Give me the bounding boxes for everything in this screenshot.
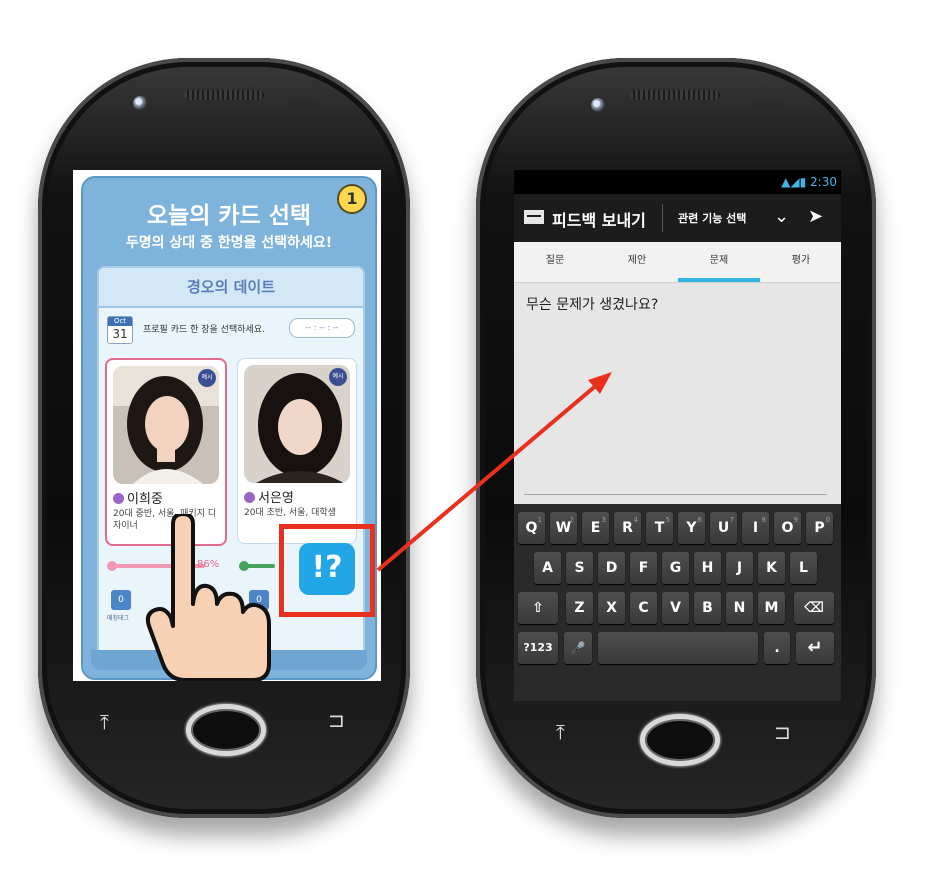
key-n[interactable]: N: [726, 592, 753, 624]
right-phone-screen: ▲◢▮ 2:30 피드백 보내기 관련 기능 선택 ⌄ ➤ 질문 제안 문제 평…: [514, 170, 841, 701]
key-y[interactable]: Y6: [678, 512, 705, 544]
feature-selector[interactable]: 관련 기능 선택: [678, 210, 746, 226]
home-button[interactable]: [640, 714, 720, 766]
match-tag-label: 매칭태그: [107, 615, 130, 622]
key-j[interactable]: J: [726, 552, 753, 584]
calendar-day: 31: [112, 327, 128, 341]
feedback-app-icon-small[interactable]: [524, 210, 544, 224]
proximity-sensor: [754, 102, 780, 110]
calendar-month: Oct: [108, 317, 132, 326]
key-t[interactable]: T5: [646, 512, 673, 544]
back-key-icon[interactable]: ⊐: [328, 708, 345, 732]
example-badge: 예시: [198, 369, 216, 387]
delete-key-icon[interactable]: ⌫: [794, 592, 834, 624]
feedback-type-tabs: 질문 제안 문제 평가: [514, 242, 841, 283]
menu-key-icon[interactable]: ⤒: [556, 720, 565, 744]
front-camera: [133, 96, 147, 110]
key-i[interactable]: I8: [742, 512, 769, 544]
mic-icon[interactable]: 🎤: [564, 632, 592, 664]
match-tag-count-1[interactable]: 0: [111, 590, 131, 610]
verified-icon: [113, 493, 124, 504]
home-button[interactable]: [186, 704, 266, 756]
profile-name-text-2: 서은영: [258, 491, 294, 506]
app-title: 오늘의 카드 선택: [146, 203, 312, 229]
key-a[interactable]: A: [534, 552, 561, 584]
profile-photo-2: 예시: [244, 365, 350, 483]
key-c[interactable]: C: [630, 592, 657, 624]
action-bar: 피드백 보내기 관련 기능 선택 ⌄ ➤: [514, 194, 841, 242]
on-screen-keyboard: Q1 W2 E3 R4 T5 Y6 U7 I8 O9 P0 A S D F G …: [514, 504, 841, 701]
key-w[interactable]: W2: [550, 512, 577, 544]
step-number-badge: 1: [337, 184, 367, 214]
key-s[interactable]: S: [566, 552, 593, 584]
action-bar-divider: [662, 204, 663, 232]
key-z[interactable]: Z: [566, 592, 593, 624]
tab-rating[interactable]: 평가: [760, 242, 841, 282]
tab-question[interactable]: 질문: [514, 242, 596, 282]
space-bar[interactable]: [598, 632, 758, 664]
back-key-icon[interactable]: ⊐: [774, 720, 791, 744]
wifi-signal-battery-icons: ▲◢▮: [781, 175, 811, 189]
key-p[interactable]: P0: [806, 512, 833, 544]
instruction-text: 프로필 카드 한 장을 선택하세요.: [143, 325, 265, 335]
key-g[interactable]: G: [662, 552, 689, 584]
profile-name-text-1: 이희중: [127, 492, 163, 507]
key-d[interactable]: D: [598, 552, 625, 584]
key-m[interactable]: M: [758, 592, 785, 624]
profile-name-1: 이희중: [113, 488, 163, 507]
key-f[interactable]: F: [630, 552, 657, 584]
key-r[interactable]: R4: [614, 512, 641, 544]
key-h[interactable]: H: [694, 552, 721, 584]
verified-icon: [244, 492, 255, 503]
countdown-timer: -- : -- : --: [289, 318, 355, 338]
tab-problem[interactable]: 문제: [678, 242, 760, 282]
status-bar: ▲◢▮ 2:30: [514, 170, 841, 194]
earpiece-speaker: [184, 90, 264, 100]
feedback-app-icon[interactable]: !?: [299, 543, 355, 595]
status-time: 2:30: [810, 175, 837, 189]
key-x[interactable]: X: [598, 592, 625, 624]
example-badge: 예시: [329, 368, 347, 386]
key-b[interactable]: B: [694, 592, 721, 624]
send-icon[interactable]: ➤: [808, 206, 823, 227]
profile-name-2: 서은영: [244, 487, 294, 506]
proximity-sensor: [288, 100, 314, 108]
key-u[interactable]: U7: [710, 512, 737, 544]
key-e[interactable]: E3: [582, 512, 609, 544]
chevron-down-icon[interactable]: ⌄: [774, 206, 789, 227]
app-subtitle: 두명의 상대 중 한명을 선택하세요!: [125, 235, 333, 251]
enter-key-icon[interactable]: ↵: [796, 632, 834, 664]
profile-photo-1: 예시: [113, 366, 219, 484]
question-label: 무슨 문제가 생겼나요?: [526, 297, 659, 313]
menu-key-icon[interactable]: ⤒: [100, 710, 109, 734]
key-l[interactable]: L: [790, 552, 817, 584]
card-header-logo: 경오의 데이트: [99, 268, 363, 308]
shift-key-icon[interactable]: ⇧: [518, 592, 558, 624]
key-k[interactable]: K: [758, 552, 785, 584]
screen-title: 피드백 보내기: [552, 211, 646, 230]
front-camera: [591, 98, 605, 112]
earpiece-speaker: [630, 90, 720, 100]
slider-knob-1[interactable]: [107, 561, 117, 571]
symbols-key[interactable]: ?123: [518, 632, 558, 664]
period-key[interactable]: .: [764, 632, 790, 664]
tab-suggestion[interactable]: 제안: [596, 242, 678, 282]
key-v[interactable]: V: [662, 592, 689, 624]
calendar-icon: Oct 31: [107, 316, 133, 344]
key-q[interactable]: Q1: [518, 512, 545, 544]
feedback-highlight-box: !?: [279, 524, 375, 617]
pointing-hand-icon: [145, 514, 271, 681]
key-o[interactable]: O9: [774, 512, 801, 544]
problem-text-field[interactable]: [524, 316, 827, 495]
